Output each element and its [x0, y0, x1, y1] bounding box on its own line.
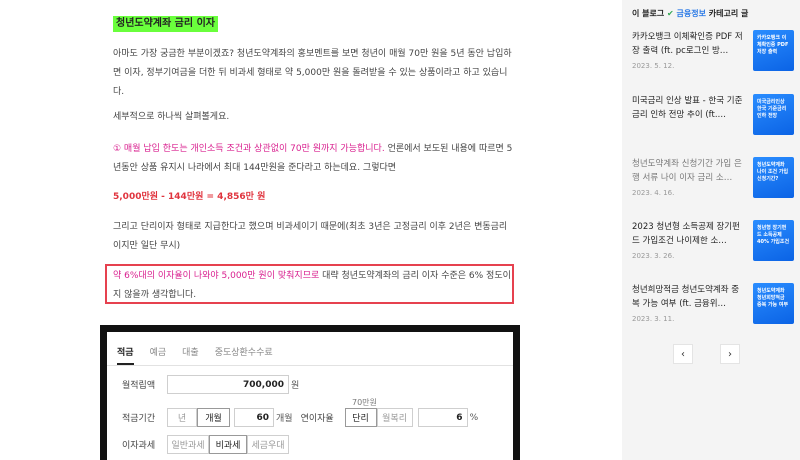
post-thumbnail[interactable]: 청년도약계좌 나이 조건 가입 신청기간?: [753, 157, 794, 198]
calculator-tabs: 적금 예금 대출 중도상환수수료: [117, 345, 289, 365]
sidebar-post[interactable]: 미국금리 인상 발표 - 한국 기준금리 인하 전망 추이 (ft.… 미국금리…: [632, 94, 794, 142]
rate-compound-option[interactable]: 월복리: [376, 408, 413, 427]
post-thumbnail[interactable]: 카카오뱅크 이체확인증 PDF 저장 출력: [753, 30, 794, 71]
tax-label: 이자과세: [122, 441, 156, 451]
paragraph-conclusion: 약 6%대의 이자율이 나와야 5,000만 원이 맞춰지므로 대략 청년도약계…: [113, 267, 513, 305]
post-date: 2023. 4. 16.: [632, 189, 675, 197]
article-body: 청년도약계좌 금리 이자 아마도 가장 궁금한 부분이겠죠? 청년도약계좌의 홍…: [0, 0, 622, 460]
sidebar-post[interactable]: 카카오뱅크 이체확인증 PDF 저장 출력 (ft. pc로그인 방… 2023…: [632, 30, 794, 78]
tab-savings[interactable]: 적금: [117, 345, 134, 365]
rate-simple-option[interactable]: 단리: [344, 408, 377, 427]
check-icon: ✔: [667, 9, 674, 18]
rate-input[interactable]: 6: [417, 408, 468, 427]
post-title[interactable]: 2023 청년형 소득공제 장기펀드 가입조건 나이제한 소…: [632, 220, 744, 248]
post-date: 2023. 3. 11.: [632, 315, 675, 323]
sidebar: 이 블로그 ✔ 금융정보 카테고리 글 카카오뱅크 이체확인증 PDF 저장 출…: [622, 0, 800, 460]
post-thumbnail[interactable]: 미국금리인상 한국 기준금리 인하 전망: [753, 94, 794, 135]
paragraph-detail: 세부적으로 하나씩 살펴볼게요.: [113, 112, 230, 122]
tab-divider: [107, 365, 513, 366]
savings-calculator: 적금 예금 대출 중도상환수수료 월적립액 700,000 원 70만원 적금기…: [100, 325, 520, 460]
sidebar-post[interactable]: 청년희망적금 청년도약계좌 중복 가능 여부 (ft. 금융위… 2023. 3…: [632, 283, 794, 331]
monthly-sub-text: 70만원: [352, 398, 377, 407]
period-row: 적금기간 년 개월 60 개월 연이자율 단리 월복리 6 %: [122, 408, 478, 427]
paragraph-limit: ① 매월 납입 한도는 개인소득 조건과 상관없이 70만 원까지 가능합니다.…: [113, 140, 513, 178]
tab-loan[interactable]: 대출: [182, 345, 199, 365]
period-input[interactable]: 60: [234, 408, 274, 427]
tab-prepayment-fee[interactable]: 중도상환수수료: [215, 345, 273, 365]
period-label: 적금기간: [122, 414, 156, 424]
chevron-right-icon: ›: [728, 348, 732, 360]
post-thumbnail[interactable]: 청년형 장기펀드 소득공제 40% 가입조건: [753, 220, 794, 261]
tab-deposit[interactable]: 예금: [150, 345, 167, 365]
highlight-text: 약 6%대의 이자율이 나와야 5,000만 원이 맞춰지므로: [113, 271, 320, 281]
post-title[interactable]: 카카오뱅크 이체확인증 PDF 저장 출력 (ft. pc로그인 방…: [632, 30, 744, 58]
rate-unit: %: [469, 412, 479, 423]
period-month-option[interactable]: 개월: [197, 408, 230, 427]
monthly-amount-input[interactable]: 700,000: [167, 375, 289, 394]
formula-text: 5,000만원 - 144만원 = 4,856만 원: [113, 192, 266, 202]
next-page-button[interactable]: ›: [720, 344, 740, 364]
sidebar-post[interactable]: 청년도약계좌 신청기간 가입 은행 서류 나이 이자 금리 소… 2023. 4…: [632, 157, 794, 205]
monthly-label: 월적립액: [122, 381, 156, 391]
chevron-left-icon: ‹: [681, 348, 685, 360]
paragraph-intro: 아마도 가장 궁금한 부분이겠죠? 청년도약계좌의 홍보멘트를 보면 청년이 매…: [113, 49, 512, 97]
post-title[interactable]: 미국금리 인상 발표 - 한국 기준금리 인하 전망 추이 (ft.…: [632, 94, 744, 122]
post-date: 2023. 3. 26.: [632, 252, 675, 260]
post-title[interactable]: 청년희망적금 청년도약계좌 중복 가능 여부 (ft. 금융위…: [632, 283, 744, 311]
rate-label: 연이자율: [300, 414, 334, 424]
period-unit: 개월: [276, 414, 293, 424]
monthly-unit: 원: [291, 381, 300, 391]
post-title[interactable]: 청년도약계좌 신청기간 가입 은행 서류 나이 이자 금리 소…: [632, 157, 744, 185]
sidebar-post[interactable]: 2023 청년형 소득공제 장기펀드 가입조건 나이제한 소… 2023. 3.…: [632, 220, 794, 268]
highlight-text: ① 매월 납입 한도는 개인소득 조건과 상관없이 70만 원까지 가능합니다.: [113, 144, 385, 154]
tax-row: 이자과세 일반과세 비과세 세금우대: [122, 435, 289, 454]
tax-general-option[interactable]: 일반과세: [167, 435, 209, 454]
monthly-row: 월적립액 700,000 원: [122, 375, 299, 394]
tax-preferred-option[interactable]: 세금우대: [247, 435, 289, 454]
section-heading: 청년도약계좌 금리 이자: [113, 16, 218, 32]
category-link[interactable]: 금융정보: [677, 9, 706, 18]
period-year-option[interactable]: 년: [167, 408, 197, 427]
sidebar-heading: 이 블로그 ✔ 금융정보 카테고리 글: [632, 9, 749, 18]
post-thumbnail[interactable]: 청년도약계좌 청년희망적금 중복 가능 여부: [753, 283, 794, 324]
post-date: 2023. 5. 12.: [632, 62, 675, 70]
paragraph-interest: 그리고 단리이자 형태로 지급한다고 했으며 비과세이기 때문에(최초 3년은 …: [113, 222, 508, 251]
prev-page-button[interactable]: ‹: [673, 344, 693, 364]
tax-free-option[interactable]: 비과세: [209, 435, 247, 454]
